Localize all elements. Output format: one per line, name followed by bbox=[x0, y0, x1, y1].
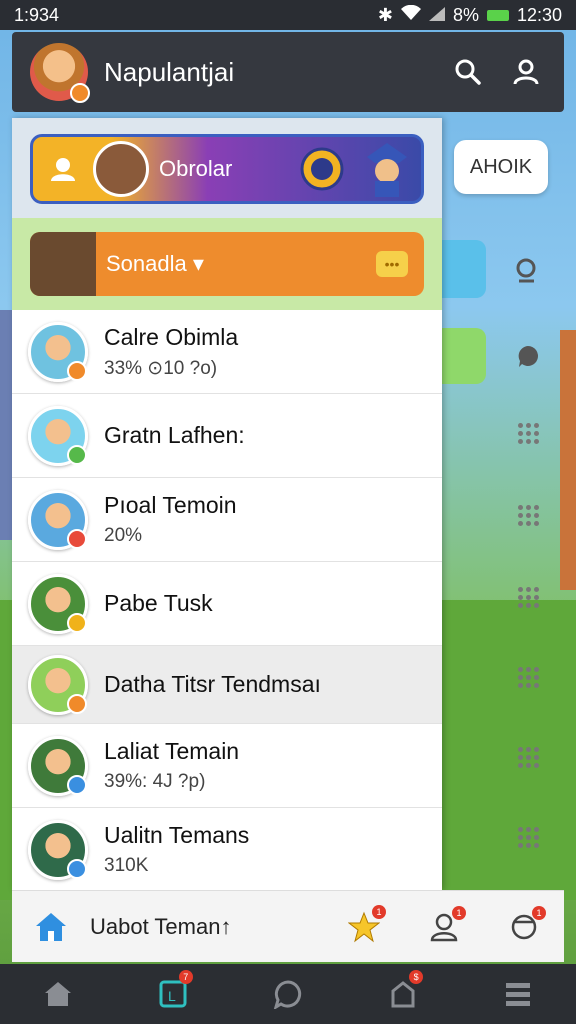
banner-container: Sonadla ▾ ••• bbox=[12, 218, 442, 310]
status-bar: 1:934 ✱ 8% 12:30 bbox=[0, 0, 576, 30]
status-badge bbox=[67, 528, 87, 549]
list-item[interactable]: Gratn Lafhen: bbox=[12, 394, 442, 478]
sort-dropdown[interactable]: Sonadla ▾ ••• bbox=[30, 232, 424, 296]
search-friend-icon[interactable] bbox=[440, 248, 564, 292]
friend-name: Pıoal Temoin bbox=[104, 492, 237, 518]
knight-character-icon bbox=[366, 143, 407, 197]
more-icon[interactable] bbox=[440, 494, 564, 538]
status-time: 1:934 bbox=[14, 4, 60, 25]
avatar bbox=[28, 489, 88, 550]
nav-chat-icon[interactable] bbox=[266, 972, 310, 1016]
home-icon[interactable] bbox=[12, 911, 90, 943]
status-badge bbox=[67, 693, 87, 714]
friend-list: Calre Obimla 33% ⊙10 ?o) Gratn Lafhen: Pıoa… bbox=[12, 310, 442, 890]
list-item[interactable]: Pabe Tusk bbox=[12, 562, 442, 646]
status-badge bbox=[67, 774, 87, 795]
signal-icon bbox=[428, 5, 445, 26]
friend-name: Datha Titsr Tendmsaı bbox=[104, 671, 321, 697]
nav-home-icon[interactable] bbox=[36, 972, 80, 1016]
person-icon bbox=[33, 137, 93, 201]
chat-bubble-icon[interactable]: ••• bbox=[376, 251, 408, 277]
status-badge bbox=[67, 444, 87, 465]
battery-icon bbox=[486, 9, 509, 21]
list-item[interactable]: Datha Titsr Tendmsaı bbox=[12, 646, 442, 724]
action-bar: Uabot Teman↑ 1 1 1 bbox=[12, 890, 564, 962]
friend-info: Calre Obimla 33% ⊙10 ?o) bbox=[104, 324, 238, 380]
gift-icon[interactable]: 1 bbox=[484, 905, 564, 942]
friend-status: 33% ⊙10 ?o) bbox=[104, 357, 218, 379]
notification-badge: 7 bbox=[178, 970, 193, 984]
friend-info: Laliat Temain 39%: 4J ?p) bbox=[104, 738, 239, 793]
svg-text:L: L bbox=[168, 988, 176, 1004]
list-item[interactable]: Ualitn Temans 310K bbox=[12, 808, 442, 890]
friend-name: Gratn Lafhen: bbox=[104, 422, 245, 448]
friend-info: Gratn Lafhen: bbox=[104, 422, 245, 449]
friend-info: Pıoal Temoin 20% bbox=[104, 492, 237, 547]
nav-shop-icon[interactable]: $ bbox=[381, 970, 425, 1016]
notification-badge: 1 bbox=[452, 905, 466, 920]
status-badge bbox=[67, 612, 87, 633]
hero-portrait bbox=[30, 232, 96, 296]
side-button[interactable]: AHOIK bbox=[454, 140, 548, 194]
status-badge bbox=[67, 360, 87, 381]
friend-info: Datha Titsr Tendmsaı bbox=[104, 671, 321, 698]
friend-request-icon[interactable]: 1 bbox=[404, 905, 484, 942]
friend-name: Laliat Temain bbox=[104, 738, 240, 764]
more-icon[interactable] bbox=[440, 816, 564, 860]
friend-name: Pabe Tusk bbox=[104, 590, 213, 616]
chat-banner[interactable]: Obrolar bbox=[30, 134, 424, 204]
battery-percent: 8% bbox=[452, 4, 479, 25]
more-icon[interactable] bbox=[440, 656, 564, 700]
nav-league-icon[interactable]: L 7 bbox=[151, 970, 195, 1016]
nav-menu-icon[interactable] bbox=[496, 972, 540, 1016]
profile-avatar[interactable] bbox=[30, 43, 90, 103]
status-clock: 12:30 bbox=[516, 4, 562, 25]
list-item[interactable]: Calre Obimla 33% ⊙10 ?o) bbox=[12, 310, 442, 394]
avatar bbox=[28, 321, 88, 382]
avatar bbox=[28, 573, 88, 634]
banner-container: Obrolar bbox=[12, 118, 442, 218]
avatar bbox=[93, 141, 149, 197]
avatar bbox=[28, 405, 88, 466]
friend-info: Ualitn Temans 310K bbox=[104, 822, 249, 877]
list-item[interactable]: Laliat Temain 39%: 4J ?p) bbox=[12, 724, 442, 808]
friend-name: Ualitn Temans bbox=[104, 822, 250, 848]
notification-badge: $ bbox=[409, 970, 424, 984]
search-icon[interactable] bbox=[448, 52, 488, 92]
friends-panel: Obrolar Sonadla ▾ ••• Calre Obimla 33% ⊙1… bbox=[12, 118, 442, 890]
game-character-art bbox=[291, 137, 421, 201]
avatar bbox=[28, 819, 88, 880]
list-item[interactable]: Pıoal Temoin 20% bbox=[12, 478, 442, 562]
app-header: Napulantjai bbox=[12, 32, 564, 112]
level-emblem-icon bbox=[300, 147, 343, 191]
bluetooth-icon: ✱ bbox=[377, 4, 393, 25]
notification-badge: 1 bbox=[532, 905, 546, 920]
user-icon[interactable] bbox=[506, 52, 546, 92]
banner-label: Obrolar bbox=[159, 156, 233, 181]
star-icon[interactable]: 1 bbox=[324, 904, 404, 943]
friend-status: 20% bbox=[104, 525, 143, 546]
more-icon[interactable] bbox=[440, 412, 564, 456]
friend-name: Calre Obimla bbox=[104, 323, 239, 350]
add-friend-label[interactable]: Uabot Teman↑ bbox=[90, 914, 324, 940]
friend-status: 39%: 4J ?p) bbox=[104, 771, 206, 792]
avatar bbox=[28, 735, 88, 796]
status-badge bbox=[70, 83, 90, 103]
more-icon[interactable] bbox=[440, 736, 564, 780]
sort-label: Sonadla ▾ bbox=[106, 251, 204, 276]
chat-icon[interactable] bbox=[440, 334, 564, 378]
notification-badge: 1 bbox=[372, 904, 386, 919]
page-title: Napulantjai bbox=[104, 56, 235, 87]
bottom-nav: L 7 $ bbox=[0, 964, 576, 1024]
avatar bbox=[28, 654, 88, 715]
more-icon[interactable] bbox=[440, 576, 564, 620]
wifi-icon bbox=[400, 4, 421, 26]
status-badge bbox=[67, 858, 87, 879]
friend-status: 310K bbox=[104, 855, 149, 876]
friend-info: Pabe Tusk bbox=[104, 590, 213, 617]
